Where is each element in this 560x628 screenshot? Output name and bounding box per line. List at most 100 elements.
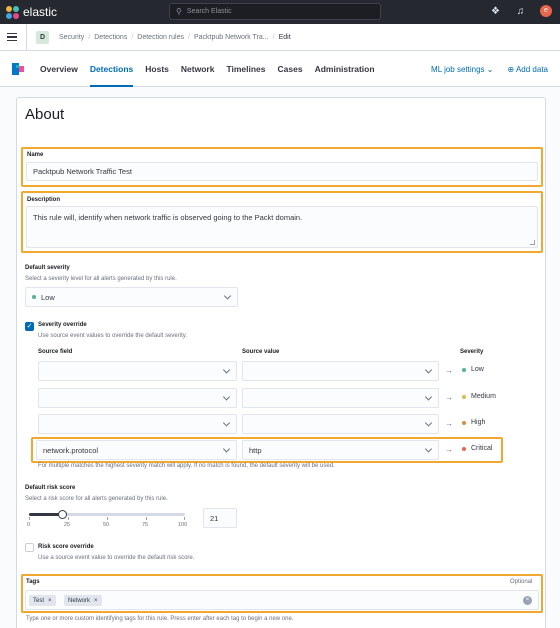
default-severity-label: Default severity bbox=[25, 265, 70, 271]
chevron-down-icon bbox=[424, 419, 433, 427]
resize-handle-icon[interactable] bbox=[530, 240, 535, 245]
source-field-select-high[interactable] bbox=[38, 414, 237, 434]
risk-score-override-checkbox[interactable] bbox=[25, 543, 34, 552]
source-field-select-low[interactable] bbox=[38, 361, 237, 381]
severity-high: High bbox=[462, 419, 485, 426]
search-input[interactable]: ⚲ Search Elastic bbox=[169, 3, 381, 20]
tick-label: 25 bbox=[64, 522, 71, 528]
search-placeholder: Search Elastic bbox=[186, 8, 232, 15]
tags-optional: Optional bbox=[510, 579, 533, 585]
space-selector[interactable]: D bbox=[36, 30, 49, 44]
description-textarea[interactable]: This rule will, identify when network tr… bbox=[26, 206, 538, 248]
severity-critical-dot bbox=[462, 446, 466, 451]
source-field-critical-value: network.protocol bbox=[43, 445, 99, 455]
tab-overview[interactable]: Overview bbox=[40, 51, 78, 87]
breadcrumb-bar: D Security / Detections / Detection rules /… bbox=[0, 23, 560, 51]
severity-header: Severity bbox=[460, 349, 484, 355]
clear-icon[interactable]: × bbox=[523, 596, 532, 605]
default-severity-select[interactable]: Low bbox=[25, 287, 238, 307]
risk-score-input[interactable]: 21 bbox=[203, 508, 237, 528]
tags-help: Type one or more custom identifying tags… bbox=[26, 616, 294, 622]
chevron-down-icon bbox=[222, 366, 231, 374]
about-step-panel: About Name Packtpub Network Traffic Test… bbox=[16, 97, 546, 628]
plus-circle-icon: ⊕ bbox=[507, 64, 515, 74]
tab-network[interactable]: Network bbox=[181, 51, 215, 87]
risk-score-label: Default risk score bbox=[25, 485, 76, 491]
tags-combobox[interactable] bbox=[25, 590, 539, 610]
chevron-down-icon bbox=[223, 292, 232, 300]
tab-detections[interactable]: Detections bbox=[89, 51, 134, 87]
tick-label: 0 bbox=[27, 522, 31, 528]
tab-cases[interactable]: Cases bbox=[278, 51, 303, 87]
help-icon[interactable]: ❖ bbox=[490, 6, 501, 17]
add-data-button[interactable]: ⊕ Add data bbox=[507, 65, 548, 74]
tag-network: Network × bbox=[64, 595, 102, 606]
chevron-down-icon: ⌄ bbox=[486, 64, 494, 74]
name-input[interactable]: Packtpub Network Traffic Test bbox=[26, 162, 538, 181]
tab-administration[interactable]: Administration bbox=[315, 51, 375, 87]
remove-tag-icon[interactable]: × bbox=[94, 598, 98, 604]
menu-icon[interactable] bbox=[7, 31, 17, 44]
tick-label: 100 bbox=[178, 522, 188, 528]
description-label: Description bbox=[27, 197, 61, 203]
remove-tag-icon[interactable]: × bbox=[48, 598, 52, 604]
arrow-right-icon: → bbox=[445, 393, 453, 402]
tab-timelines[interactable]: Timelines bbox=[226, 51, 265, 87]
severity-high-dot bbox=[462, 420, 466, 425]
breadcrumb-edit: Edit bbox=[278, 33, 291, 41]
breadcrumb-security[interactable]: Security bbox=[59, 34, 84, 41]
chevron-down-icon bbox=[424, 393, 433, 401]
default-severity-help: Select a severity level for all alerts g… bbox=[25, 276, 177, 282]
tickmark bbox=[29, 517, 30, 520]
risk-score-help: Select a risk score for all alerts gener… bbox=[25, 496, 168, 502]
notifications-icon[interactable]: ♫ bbox=[515, 6, 526, 17]
arrow-right-icon: → bbox=[445, 419, 453, 428]
tick-label: 50 bbox=[103, 522, 110, 528]
chevron-down-icon bbox=[424, 445, 433, 453]
tickmark bbox=[146, 517, 147, 520]
source-field-header: Source field bbox=[38, 349, 73, 355]
security-app-icon bbox=[12, 63, 24, 75]
severity-medium: Medium bbox=[462, 393, 496, 400]
source-value-select-critical[interactable]: http bbox=[242, 440, 439, 460]
security-nav: Overview Detections Hosts Network Timeli… bbox=[0, 51, 560, 87]
severity-medium-dot bbox=[462, 394, 466, 399]
severity-low: Low bbox=[462, 366, 484, 373]
chevron-down-icon bbox=[222, 445, 231, 453]
chevron-down-icon bbox=[222, 393, 231, 401]
source-field-select-medium[interactable] bbox=[38, 388, 237, 408]
slider-thumb[interactable] bbox=[58, 510, 67, 519]
breadcrumb-rule[interactable]: Packtpub Network Tra... bbox=[194, 34, 269, 41]
breadcrumb-detections[interactable]: Detections bbox=[94, 34, 127, 41]
tickmark bbox=[68, 517, 69, 520]
source-value-select-medium[interactable] bbox=[242, 388, 439, 408]
default-severity-value: Low bbox=[41, 292, 55, 302]
top-bar: elastic ⚲ Search Elastic ❖ ♫ e bbox=[0, 0, 560, 24]
chevron-down-icon bbox=[424, 366, 433, 374]
tab-hosts[interactable]: Hosts bbox=[145, 51, 169, 87]
brand-name: elastic bbox=[23, 5, 58, 19]
tickmark bbox=[184, 517, 185, 520]
severity-low-dot bbox=[32, 295, 36, 299]
user-avatar[interactable]: e bbox=[540, 5, 552, 17]
risk-score-override-label: Risk score override bbox=[38, 544, 94, 550]
source-value-select-high[interactable] bbox=[242, 414, 439, 434]
severity-low-dot bbox=[462, 367, 466, 372]
breadcrumb: Security / Detections / Detection rules / P… bbox=[59, 33, 291, 41]
tags-label: Tags bbox=[26, 579, 40, 585]
severity-override-label: Severity override bbox=[38, 322, 87, 328]
tick-label: 75 bbox=[142, 522, 149, 528]
source-value-header: Source value bbox=[242, 349, 280, 355]
arrow-right-icon: → bbox=[445, 445, 453, 454]
breadcrumb-detection-rules[interactable]: Detection rules bbox=[137, 34, 184, 41]
arrow-right-icon: → bbox=[445, 366, 453, 375]
tag-test: Test × bbox=[29, 595, 56, 606]
elastic-logo[interactable]: elastic bbox=[6, 5, 57, 19]
severity-override-checkbox[interactable]: ✓ bbox=[25, 322, 34, 331]
ml-job-settings-button[interactable]: ML job settings ⌄ bbox=[431, 65, 493, 74]
source-value-select-low[interactable] bbox=[242, 361, 439, 381]
tickmark bbox=[107, 517, 108, 520]
source-field-select-critical[interactable]: network.protocol bbox=[36, 440, 237, 460]
elastic-logo-icon bbox=[6, 5, 19, 19]
severity-override-help: Use source event values to override the … bbox=[38, 333, 187, 339]
